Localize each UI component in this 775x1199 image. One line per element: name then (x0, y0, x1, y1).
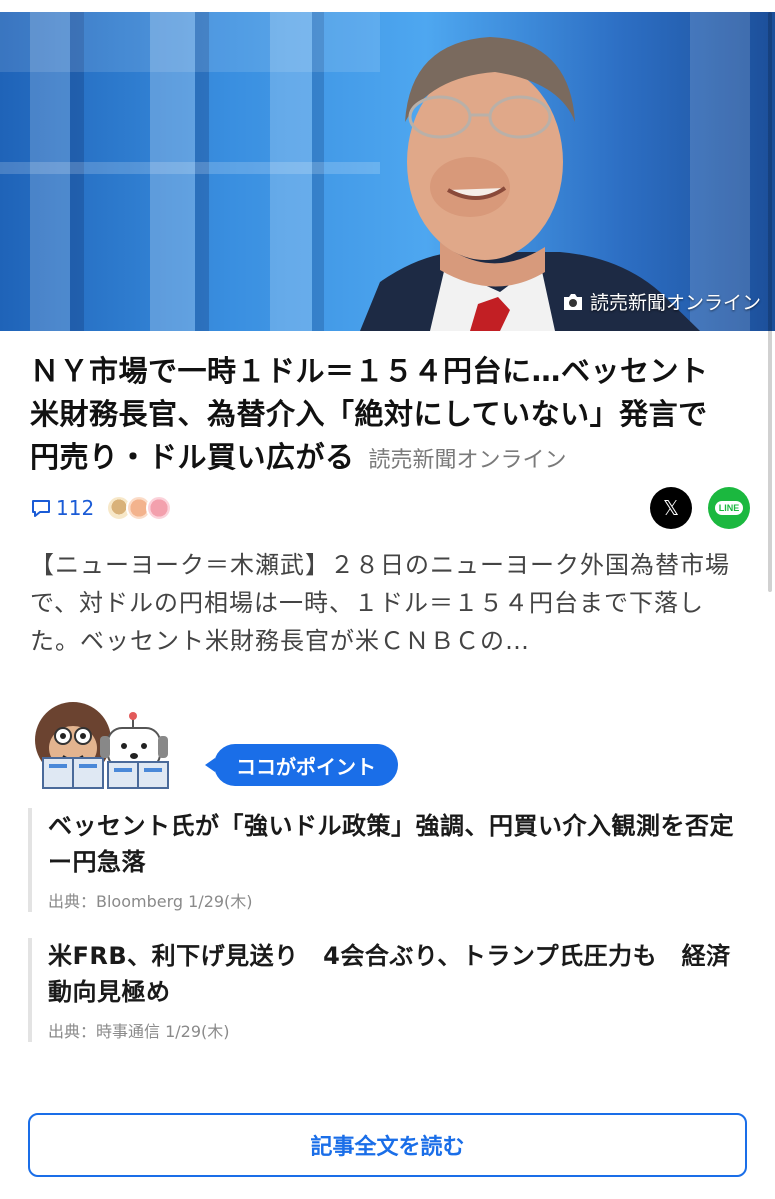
read-full-article-button[interactable]: 記事全文を読む (28, 1113, 747, 1177)
comment-count: 112 (56, 496, 95, 520)
article-source: 読売新聞オンライン (368, 448, 567, 473)
share-buttons: 𝕏 LINE (650, 487, 750, 529)
reaction-happy-icon (146, 495, 173, 521)
line-logo-icon: LINE (714, 501, 744, 515)
point-item-source: 出典：時事通信 1/29(木) (48, 1022, 230, 1041)
point-item-source: 出典：Bloomberg 1/29(木) (48, 892, 253, 911)
share-line-button[interactable]: LINE (708, 487, 750, 529)
point-label-pill: ココがポイント (205, 744, 398, 786)
camera-icon (563, 293, 582, 310)
read-full-article-label: 記事全文を読む (310, 1135, 465, 1160)
article-photo (0, 12, 750, 331)
reaction-icons[interactable] (106, 495, 173, 521)
comment-icon (32, 500, 50, 517)
x-logo-icon: 𝕏 (662, 496, 680, 520)
article-headline-block[interactable]: ＮＹ市場で一時１ドル＝１５４円台に…ベッセント米財務長官、為替介入「絶対にしてい… (30, 350, 730, 482)
scrollbar[interactable] (768, 12, 772, 592)
article-meta-row: 112 𝕏 LINE (30, 487, 750, 529)
image-credit-text: 読売新聞オンライン (589, 292, 761, 314)
point-label: ココがポイント (236, 754, 376, 779)
share-x-button[interactable]: 𝕏 (650, 487, 692, 529)
article-summary[interactable]: 【ニューヨーク＝木瀬武】２８日のニューヨーク外国為替市場で、対ドルの円相場は一時… (30, 546, 740, 660)
image-credit: 読売新聞オンライン (562, 288, 761, 315)
point-item-title[interactable]: ベッセント氏が「強いドル政策」強調、円買い介入観測を否定ー円急落 (48, 808, 738, 880)
point-header: ココがポイント (28, 700, 428, 790)
mascot-readers-icon (35, 702, 169, 789)
point-item[interactable]: ベッセント氏が「強いドル政策」強調、円買い介入観測を否定ー円急落 出典：Bloo… (28, 808, 738, 912)
article-headline[interactable]: ＮＹ市場で一時１ドル＝１５４円台に…ベッセント米財務長官、為替介入「絶対にしてい… (30, 350, 730, 482)
comment-button[interactable]: 112 (30, 496, 94, 520)
article-hero-image[interactable]: 読売新聞オンライン (0, 12, 775, 331)
point-item-title[interactable]: 米FRB、利下げ見送り 4会合ぶり、トランプ氏圧力も 経済動向見極め (48, 938, 738, 1010)
point-item[interactable]: 米FRB、利下げ見送り 4会合ぶり、トランプ氏圧力も 経済動向見極め 出典：時事… (28, 938, 738, 1042)
